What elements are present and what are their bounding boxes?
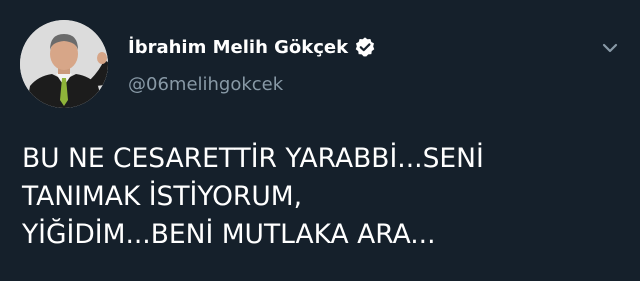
chevron-down-icon[interactable] [598, 36, 622, 60]
author-handle[interactable]: @06melihgokcek [128, 74, 283, 95]
tweet-text-line: YİĞİDİM...BENİ MUTLAKA ARA... [22, 219, 436, 250]
avatar[interactable] [20, 20, 108, 108]
author-name-row: İbrahim Melih Gökçek [128, 36, 376, 58]
tweet-card[interactable]: İbrahim Melih Gökçek @06melihgokcek BU N… [0, 0, 640, 281]
author-display-name[interactable]: İbrahim Melih Gökçek [128, 37, 348, 58]
tweet-text: BU NE CESARETTİR YARABBİ...SENİ TANIMAK … [22, 140, 622, 254]
tweet-text-line: TANIMAK İSTİYORUM, [22, 181, 303, 212]
verified-badge-icon [354, 36, 376, 58]
profile-photo-icon [20, 20, 108, 108]
tweet-text-line: BU NE CESARETTİR YARABBİ...SENİ [22, 143, 484, 174]
